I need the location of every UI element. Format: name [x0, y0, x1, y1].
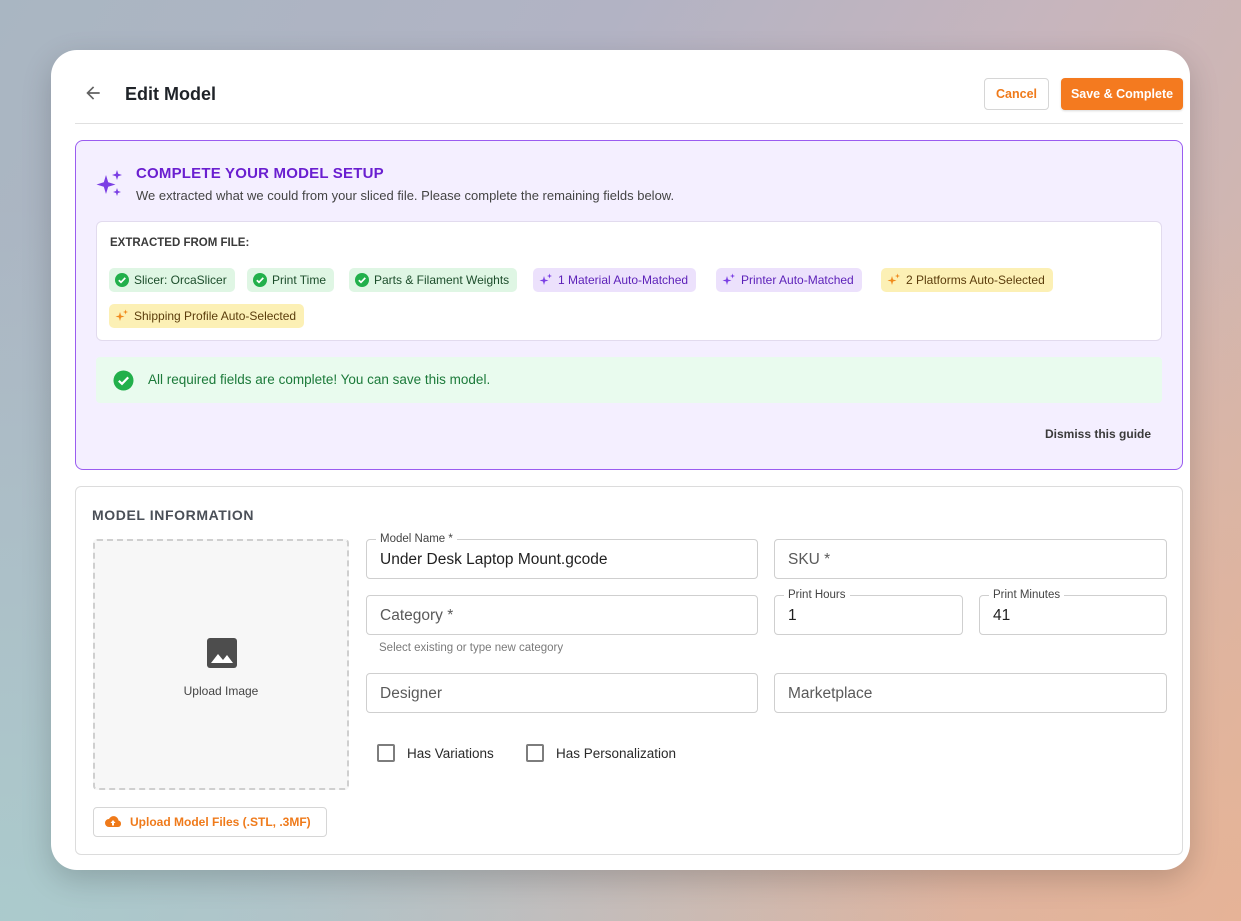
save-complete-button[interactable]: Save & Complete — [1061, 78, 1183, 110]
check-circle-icon — [113, 370, 134, 391]
sparkle-icon — [539, 273, 552, 285]
check-circle-icon — [115, 273, 129, 287]
has-personalization-label: Has Personalization — [556, 745, 677, 761]
model-name-label: Model Name * — [376, 532, 457, 546]
sku-field[interactable]: SKU * — [774, 539, 1167, 579]
chip-label: Slicer: OrcaSlicer — [134, 273, 227, 287]
model-information-section: MODEL INFORMATION Upload Image Upload Mo… — [75, 486, 1183, 855]
chip-label: Shipping Profile Auto-Selected — [134, 309, 297, 323]
chip-parts-filament: Parts & Filament Weights — [349, 268, 518, 292]
back-arrow-icon[interactable] — [83, 83, 103, 103]
print-hours-field[interactable]: Print Hours 1 — [774, 588, 963, 635]
category-helper-text: Select existing or type new category — [379, 642, 564, 654]
image-icon — [207, 638, 237, 668]
designer-placeholder: Designer — [380, 685, 443, 702]
dismiss-guide-button[interactable]: Dismiss this guide — [1045, 427, 1151, 441]
category-placeholder: Category * — [380, 607, 454, 624]
has-personalization-checkbox[interactable] — [526, 744, 544, 762]
sparkle-icon — [96, 169, 124, 199]
marketplace-placeholder: Marketplace — [788, 685, 873, 702]
sparkle-icon — [722, 273, 735, 285]
designer-field[interactable]: Designer — [366, 673, 758, 713]
extracted-label: EXTRACTED FROM FILE: — [110, 237, 250, 249]
check-circle-icon — [355, 273, 369, 287]
chip-printer-matched: Printer Auto-Matched — [716, 268, 862, 292]
success-alert: All required fields are complete! You ca… — [96, 357, 1162, 403]
chip-material-matched: 1 Material Auto-Matched — [533, 268, 697, 292]
has-variations-label: Has Variations — [407, 745, 494, 761]
extracted-from-file-box: EXTRACTED FROM FILE: Slicer: OrcaSlicer … — [96, 221, 1162, 341]
cancel-button[interactable]: Cancel — [984, 78, 1049, 110]
upload-files-label: Upload Model Files (.STL, .3MF) — [130, 815, 311, 829]
sku-placeholder: SKU * — [788, 551, 831, 568]
cloud-upload-icon — [105, 816, 122, 827]
print-minutes-label: Print Minutes — [989, 588, 1065, 602]
edit-model-window: Edit Model Cancel Save & Complete COMPLE… — [51, 50, 1190, 870]
section-title: MODEL INFORMATION — [92, 507, 255, 523]
upload-image-dropzone[interactable]: Upload Image — [93, 539, 349, 790]
check-circle-icon — [253, 273, 267, 287]
print-hours-label: Print Hours — [784, 588, 850, 602]
page-title: Edit Model — [125, 84, 216, 104]
marketplace-field[interactable]: Marketplace — [774, 673, 1167, 713]
upload-model-files-button[interactable]: Upload Model Files (.STL, .3MF) — [93, 807, 327, 837]
page-header: Edit Model Cancel Save & Complete — [75, 50, 1183, 124]
has-variations-checkbox[interactable] — [377, 744, 395, 762]
model-name-field[interactable]: Model Name * Under Desk Laptop Mount.gco… — [366, 532, 758, 579]
print-minutes-value: 41 — [993, 607, 1011, 624]
success-message: All required fields are complete! You ca… — [148, 372, 491, 387]
setup-title: COMPLETE YOUR MODEL SETUP — [136, 165, 384, 182]
sparkle-icon — [887, 273, 900, 285]
sparkle-icon — [115, 309, 128, 321]
chip-print-time: Print Time — [247, 268, 335, 292]
chip-platforms-selected: 2 Platforms Auto-Selected — [881, 268, 1053, 292]
chip-slicer: Slicer: OrcaSlicer — [109, 268, 235, 292]
chip-label: Printer Auto-Matched — [741, 273, 854, 287]
setup-guide-panel: COMPLETE YOUR MODEL SETUP We extracted w… — [75, 140, 1183, 470]
chip-label: Print Time — [272, 273, 327, 287]
upload-image-label: Upload Image — [183, 684, 259, 698]
chip-label: Parts & Filament Weights — [374, 273, 510, 287]
chip-shipping-selected: Shipping Profile Auto-Selected — [109, 304, 305, 328]
print-hours-value: 1 — [788, 607, 797, 624]
chip-label: 2 Platforms Auto-Selected — [906, 273, 1045, 287]
has-personalization-option[interactable]: Has Personalization — [526, 744, 676, 762]
setup-subtitle: We extracted what we could from your sli… — [136, 188, 675, 203]
category-field[interactable]: Category * — [366, 595, 758, 635]
print-minutes-field[interactable]: Print Minutes 41 — [979, 588, 1167, 635]
model-name-value: Under Desk Laptop Mount.gcode — [380, 551, 608, 568]
has-variations-option[interactable]: Has Variations — [377, 744, 494, 762]
chip-label: 1 Material Auto-Matched — [558, 273, 689, 287]
